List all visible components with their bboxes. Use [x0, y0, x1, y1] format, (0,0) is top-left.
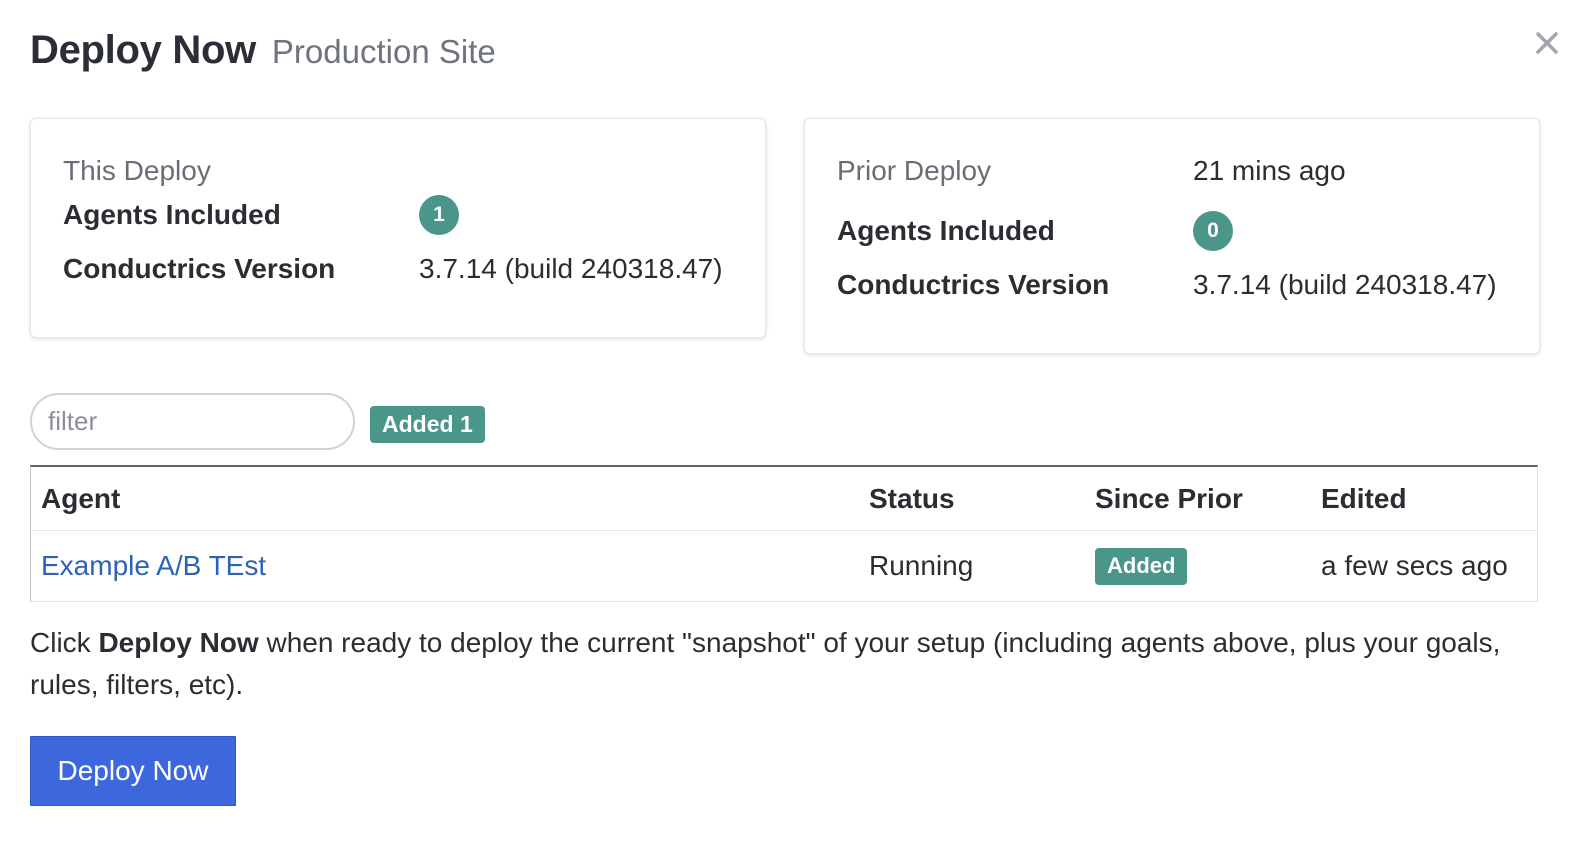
agent-link[interactable]: Example A/B TEst: [41, 550, 266, 582]
conductrics-version-value: 3.7.14 (build 240318.47): [1193, 269, 1497, 300]
deploy-now-button[interactable]: Deploy Now: [30, 736, 236, 806]
added-filter-chip[interactable]: Added 1: [370, 406, 485, 443]
column-header-status[interactable]: Status: [869, 467, 955, 530]
column-header-since-prior[interactable]: Since Prior: [1095, 467, 1243, 530]
this-deploy-version-row: Conductrics Version 3.7.14 (build 240318…: [63, 253, 723, 285]
agent-cell: Example A/B TEst: [41, 531, 266, 601]
description-prefix: Click: [30, 627, 99, 658]
prior-deploy-time: 21 mins ago: [1193, 155, 1346, 186]
modal-header: Deploy Now Production Site: [30, 28, 496, 73]
prior-deploy-heading-row: Prior Deploy 21 mins ago: [837, 155, 1346, 187]
conductrics-version-label: Conductrics Version: [63, 253, 336, 284]
modal-subtitle: Production Site: [271, 33, 496, 70]
prior-deploy-version-row: Conductrics Version 3.7.14 (build 240318…: [837, 269, 1497, 301]
agents-table: Agent Status Since Prior Edited Example …: [30, 465, 1538, 602]
edited-cell: a few secs ago: [1321, 550, 1508, 581]
status-cell: Running: [869, 550, 974, 581]
deploy-description: Click Deploy Now when ready to deploy th…: [30, 622, 1530, 706]
this-deploy-card: This Deploy Agents Included 1 Conductric…: [30, 118, 766, 338]
conductrics-version-label: Conductrics Version: [837, 269, 1110, 300]
conductrics-version-value: 3.7.14 (build 240318.47): [419, 253, 723, 284]
agents-included-label: Agents Included: [837, 215, 1055, 246]
this-deploy-heading: This Deploy: [63, 155, 211, 186]
prior-deploy-heading: Prior Deploy: [837, 155, 992, 186]
this-deploy-agents-row: Agents Included 1: [63, 195, 459, 235]
close-button[interactable]: [1530, 28, 1564, 62]
filter-input[interactable]: [30, 393, 355, 450]
deploy-now-modal: Deploy Now Production Site This Deploy A…: [0, 0, 1592, 864]
close-icon: [1535, 31, 1559, 60]
description-bold: Deploy Now: [98, 627, 259, 658]
column-header-agent[interactable]: Agent: [41, 467, 120, 530]
column-header-edited[interactable]: Edited: [1321, 467, 1407, 530]
table-row: Example A/B TEst Running Added a few sec…: [31, 531, 1537, 601]
agents-count-badge: 1: [419, 195, 459, 235]
this-deploy-heading-row: This Deploy: [63, 155, 419, 187]
status-badge: Added: [1095, 547, 1188, 585]
agents-included-label: Agents Included: [63, 199, 281, 230]
table-header: Agent Status Since Prior Edited: [31, 467, 1537, 531]
since-prior-cell: Added: [1095, 531, 1188, 601]
agents-count-badge: 0: [1193, 211, 1233, 251]
prior-deploy-card: Prior Deploy 21 mins ago Agents Included…: [804, 118, 1540, 354]
modal-title: Deploy Now: [30, 28, 256, 72]
prior-deploy-agents-row: Agents Included 0: [837, 211, 1233, 251]
